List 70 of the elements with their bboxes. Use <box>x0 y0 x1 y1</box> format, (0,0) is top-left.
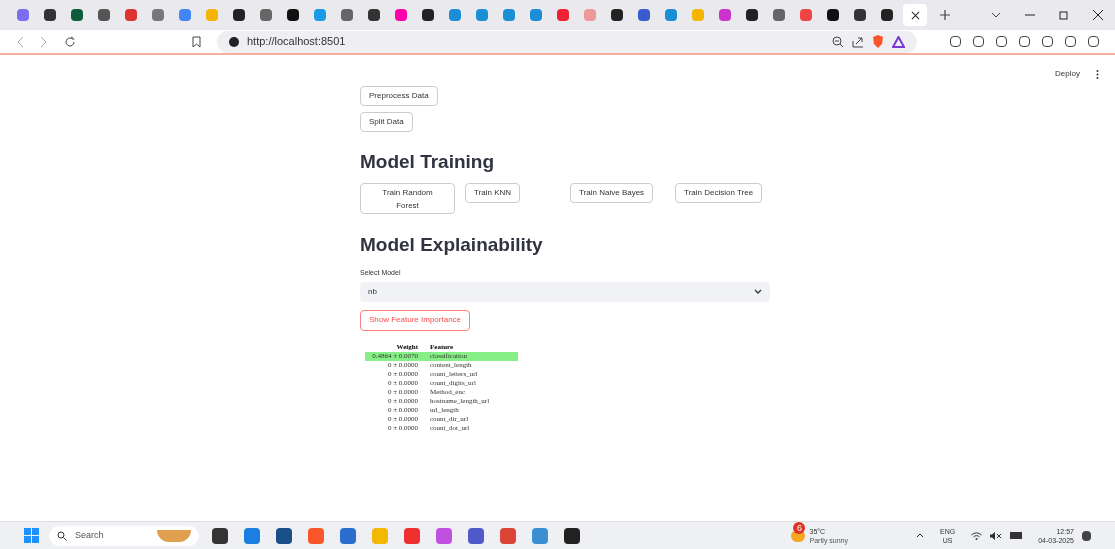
favicon-icon <box>98 9 110 21</box>
train-button[interactable]: Train KNN <box>465 182 521 203</box>
favicon-icon <box>746 9 758 21</box>
triangle-icon[interactable] <box>892 35 905 48</box>
url-text: http://localhost:8501 <box>247 34 346 50</box>
favicon-icon <box>476 9 488 21</box>
favicon-icon <box>152 9 164 21</box>
restore-icon[interactable] <box>1059 10 1069 20</box>
reload-icon[interactable] <box>64 35 76 48</box>
favicon-icon <box>422 9 434 21</box>
favicon-icon <box>71 9 83 21</box>
share-icon[interactable] <box>852 35 864 48</box>
favicon-icon <box>530 9 542 21</box>
favicon-icon <box>233 9 245 21</box>
more-icon[interactable] <box>1096 69 1099 79</box>
favicon-icon <box>854 9 866 21</box>
info-icon <box>229 36 239 47</box>
favicon-icon <box>827 9 839 21</box>
favicon-icon <box>881 9 893 21</box>
wifi-icon[interactable] <box>971 531 983 540</box>
notification-badge: 6 <box>793 521 806 534</box>
favicon-icon <box>800 9 812 21</box>
favicon-icon <box>773 9 785 21</box>
chevron-down-icon <box>754 289 762 294</box>
taskbar-app-icon[interactable] <box>276 527 292 544</box>
favicon-icon <box>341 9 353 21</box>
active-tab[interactable] <box>903 4 927 26</box>
deploy-button[interactable]: Deploy <box>1055 68 1080 80</box>
favicon-icon <box>638 9 650 21</box>
chevron-down-icon[interactable] <box>991 12 1001 18</box>
model-select[interactable]: nb <box>360 281 770 302</box>
chevron-up-icon[interactable] <box>916 533 924 538</box>
action-button[interactable]: Split Data <box>360 112 413 132</box>
favicon-icon <box>584 9 596 21</box>
address-bar[interactable]: http://localhost:8501 <box>217 30 917 53</box>
favicon-icon <box>44 9 56 21</box>
taskbar-app-icon[interactable] <box>564 527 580 544</box>
windows-icon[interactable] <box>24 528 39 543</box>
favicon-icon <box>449 9 461 21</box>
favicon-icon <box>611 9 623 21</box>
train-button[interactable]: Train Random Forest <box>360 182 455 214</box>
close-icon[interactable] <box>1093 10 1103 20</box>
favicon-icon <box>368 9 380 21</box>
taskbar-app-icon[interactable] <box>212 527 228 544</box>
favicon-icon <box>665 9 677 21</box>
muted-speaker-icon[interactable] <box>990 531 1003 540</box>
favicon-icon <box>692 9 704 21</box>
zoom-icon[interactable] <box>832 35 844 48</box>
new-tab-icon[interactable] <box>940 10 950 20</box>
lion-shield-icon[interactable] <box>872 35 884 48</box>
section-heading: Model Training <box>360 150 495 174</box>
favicon-icon <box>206 9 218 21</box>
action-button[interactable]: Preprocess Data <box>360 86 438 106</box>
favicon-icon <box>125 9 137 21</box>
bookmark-icon[interactable] <box>192 35 201 48</box>
favicon-icon <box>503 9 515 21</box>
favicon-icon <box>17 9 29 21</box>
favicon-icon <box>260 9 272 21</box>
favicon-icon <box>719 9 731 21</box>
train-button[interactable]: Train Decision Tree <box>675 182 763 203</box>
taskbar-search-field[interactable]: Search <box>49 525 199 546</box>
train-button[interactable]: Train Naive Bayes <box>570 182 654 203</box>
search-icon <box>57 530 67 541</box>
close-icon <box>910 10 920 20</box>
favicon-icon <box>314 9 326 21</box>
favicon-icon <box>395 9 407 21</box>
favicon-icon <box>557 9 569 21</box>
favicon-icon <box>287 9 299 21</box>
section-heading: Model Explainability <box>360 232 543 257</box>
favicon-icon <box>179 9 191 21</box>
